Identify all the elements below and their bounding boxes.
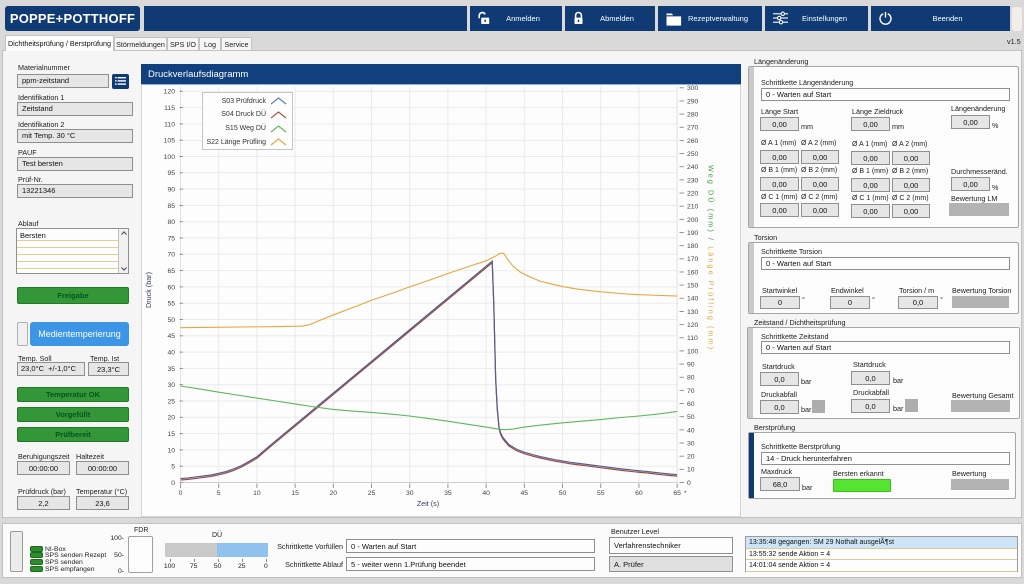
svg-text:105: 105 <box>164 138 176 145</box>
svg-text:40: 40 <box>687 427 695 434</box>
svg-text:100: 100 <box>687 348 699 355</box>
svg-text:25: 25 <box>167 398 175 405</box>
svg-text:Weg DÜ (mm) / Länge Prüfling (: Weg DÜ (mm) / Länge Prüfling (mm) <box>707 165 716 351</box>
svg-text:85: 85 <box>167 203 175 210</box>
svg-text:45: 45 <box>521 490 529 497</box>
svg-text:110: 110 <box>687 335 698 342</box>
svg-text:30: 30 <box>406 490 414 497</box>
svg-text:70: 70 <box>167 252 175 259</box>
svg-text:5: 5 <box>217 490 221 497</box>
svg-text:Druck (bar): Druck (bar) <box>144 272 153 308</box>
svg-text:230: 230 <box>687 177 699 184</box>
svg-text:300: 300 <box>687 85 699 92</box>
svg-text:75: 75 <box>167 235 175 242</box>
svg-text:100: 100 <box>164 154 176 161</box>
svg-text:15: 15 <box>291 490 299 497</box>
svg-text:280: 280 <box>687 112 699 119</box>
svg-text:190: 190 <box>687 230 699 237</box>
svg-text:260: 260 <box>687 138 699 145</box>
svg-text:50: 50 <box>559 490 567 497</box>
svg-text:50: 50 <box>687 414 695 421</box>
svg-text:210: 210 <box>687 204 699 211</box>
svg-text:180: 180 <box>687 243 699 250</box>
svg-text:30: 30 <box>687 440 695 447</box>
svg-text:120: 120 <box>164 89 176 96</box>
svg-text:45: 45 <box>167 333 175 340</box>
svg-text:10: 10 <box>687 467 695 474</box>
svg-text:170: 170 <box>687 256 699 263</box>
svg-text:20: 20 <box>167 415 175 422</box>
svg-text:290: 290 <box>687 98 699 105</box>
svg-text:0: 0 <box>687 480 691 487</box>
svg-text:25: 25 <box>368 490 376 497</box>
svg-text:0: 0 <box>171 480 175 487</box>
svg-text:130: 130 <box>687 309 699 316</box>
svg-text:70: 70 <box>687 388 695 395</box>
svg-text:60: 60 <box>687 401 695 408</box>
svg-text:40: 40 <box>482 490 490 497</box>
svg-text:20: 20 <box>330 490 338 497</box>
svg-text:120: 120 <box>687 322 699 329</box>
svg-text:80: 80 <box>167 219 175 226</box>
svg-text:10: 10 <box>167 447 175 454</box>
svg-text:160: 160 <box>687 269 699 276</box>
svg-text:Zeit (s): Zeit (s) <box>417 499 439 508</box>
svg-text:270: 270 <box>687 125 699 132</box>
svg-text:150: 150 <box>687 283 699 290</box>
svg-text:55: 55 <box>167 301 175 308</box>
svg-text:35: 35 <box>167 366 175 373</box>
svg-text:90: 90 <box>167 187 175 194</box>
svg-text:65: 65 <box>167 268 175 275</box>
svg-text:50: 50 <box>167 317 175 324</box>
svg-text:240: 240 <box>687 164 699 171</box>
svg-text:90: 90 <box>687 361 695 368</box>
svg-text:40: 40 <box>167 350 175 357</box>
svg-text:35: 35 <box>444 490 452 497</box>
svg-text:30: 30 <box>167 382 175 389</box>
svg-text:15: 15 <box>167 431 175 438</box>
svg-text:250: 250 <box>687 151 699 158</box>
svg-text:65: 65 <box>673 490 681 497</box>
svg-text:80: 80 <box>687 375 695 382</box>
svg-text:110: 110 <box>164 121 175 128</box>
svg-text:220: 220 <box>687 190 699 197</box>
svg-text:0: 0 <box>179 490 183 497</box>
svg-text:60: 60 <box>167 284 175 291</box>
svg-text:115: 115 <box>164 105 175 112</box>
svg-text:200: 200 <box>687 217 699 224</box>
svg-text:95: 95 <box>167 170 175 177</box>
svg-text:20: 20 <box>687 454 695 461</box>
svg-text:5: 5 <box>171 464 175 471</box>
svg-text:140: 140 <box>687 296 699 303</box>
svg-text:10: 10 <box>253 490 261 497</box>
svg-text:55: 55 <box>597 490 605 497</box>
svg-text:*: * <box>684 490 687 497</box>
svg-text:60: 60 <box>635 490 643 497</box>
